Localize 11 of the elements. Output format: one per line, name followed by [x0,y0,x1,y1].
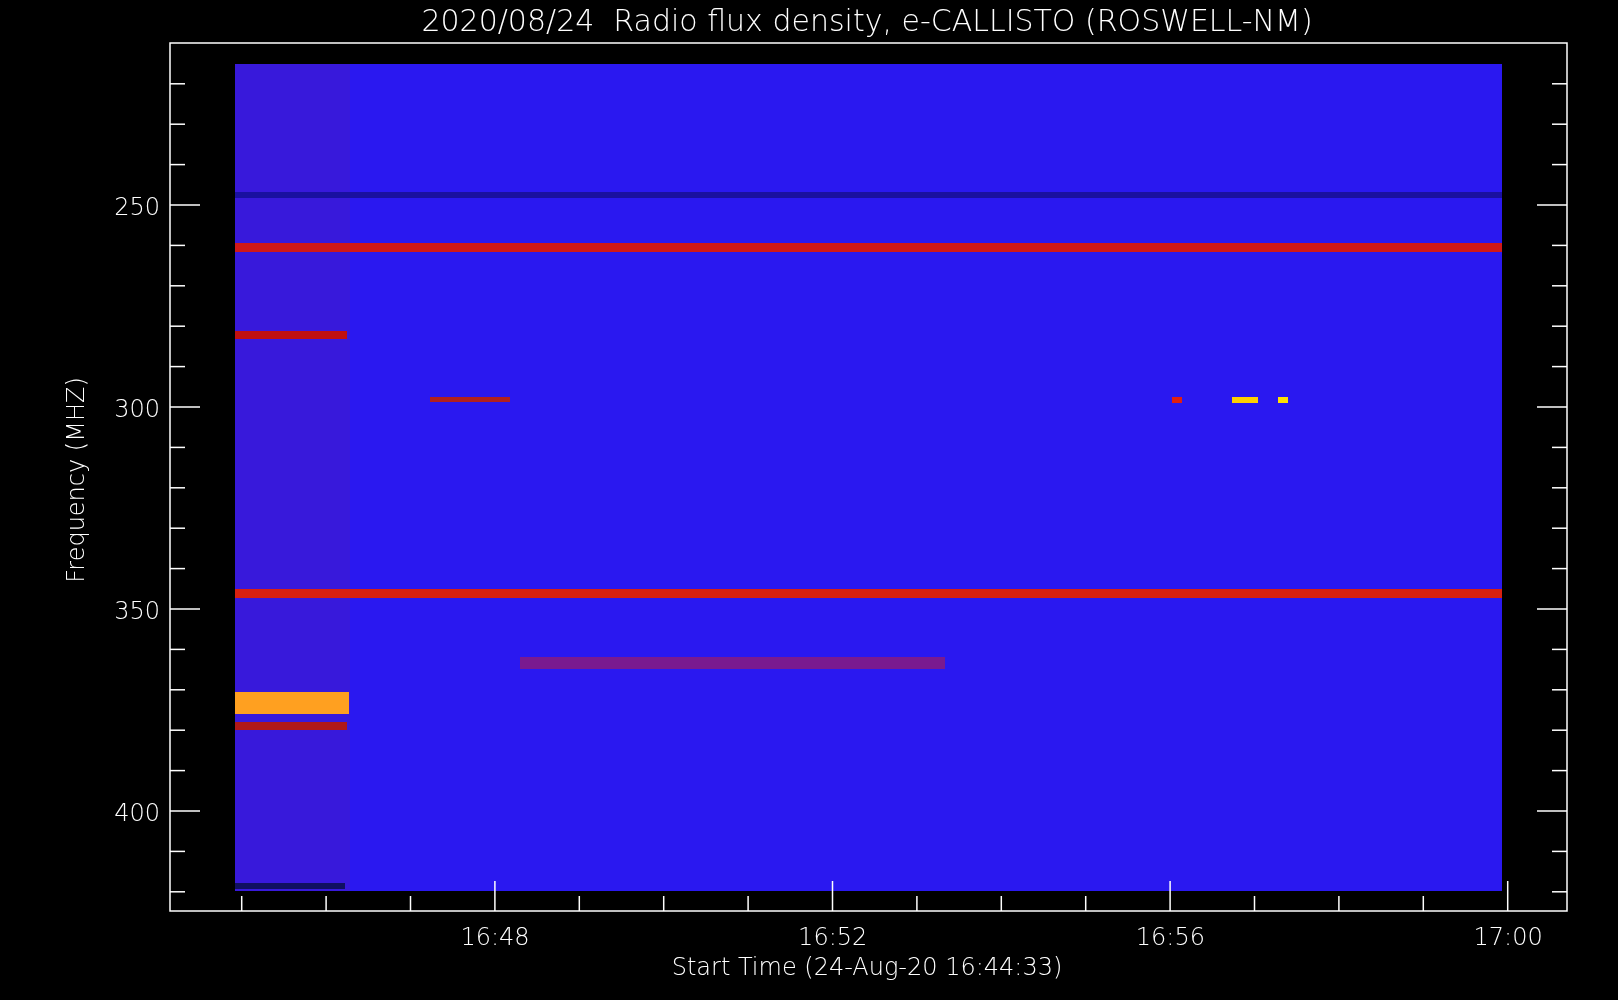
y-tick-label: 250 [114,193,160,221]
x-tick-label: 16:48 [460,923,530,951]
x-axis-label: Start Time (24-Aug-20 16:44:33) [671,953,1063,981]
x-tick-label: 16:52 [798,923,868,951]
x-tick-label: 17:00 [1473,923,1543,951]
x-tick-label: 16:56 [1135,923,1205,951]
y-tick-label: 400 [114,799,160,827]
y-axis-label: Frequency (MHZ) [62,377,90,583]
y-tick-label: 350 [114,597,160,625]
chart-title: 2020/08/24 Radio flux density, e-CALLISTO (ROSWELL-NM) [421,3,1313,38]
y-tick-label: 300 [114,395,160,423]
